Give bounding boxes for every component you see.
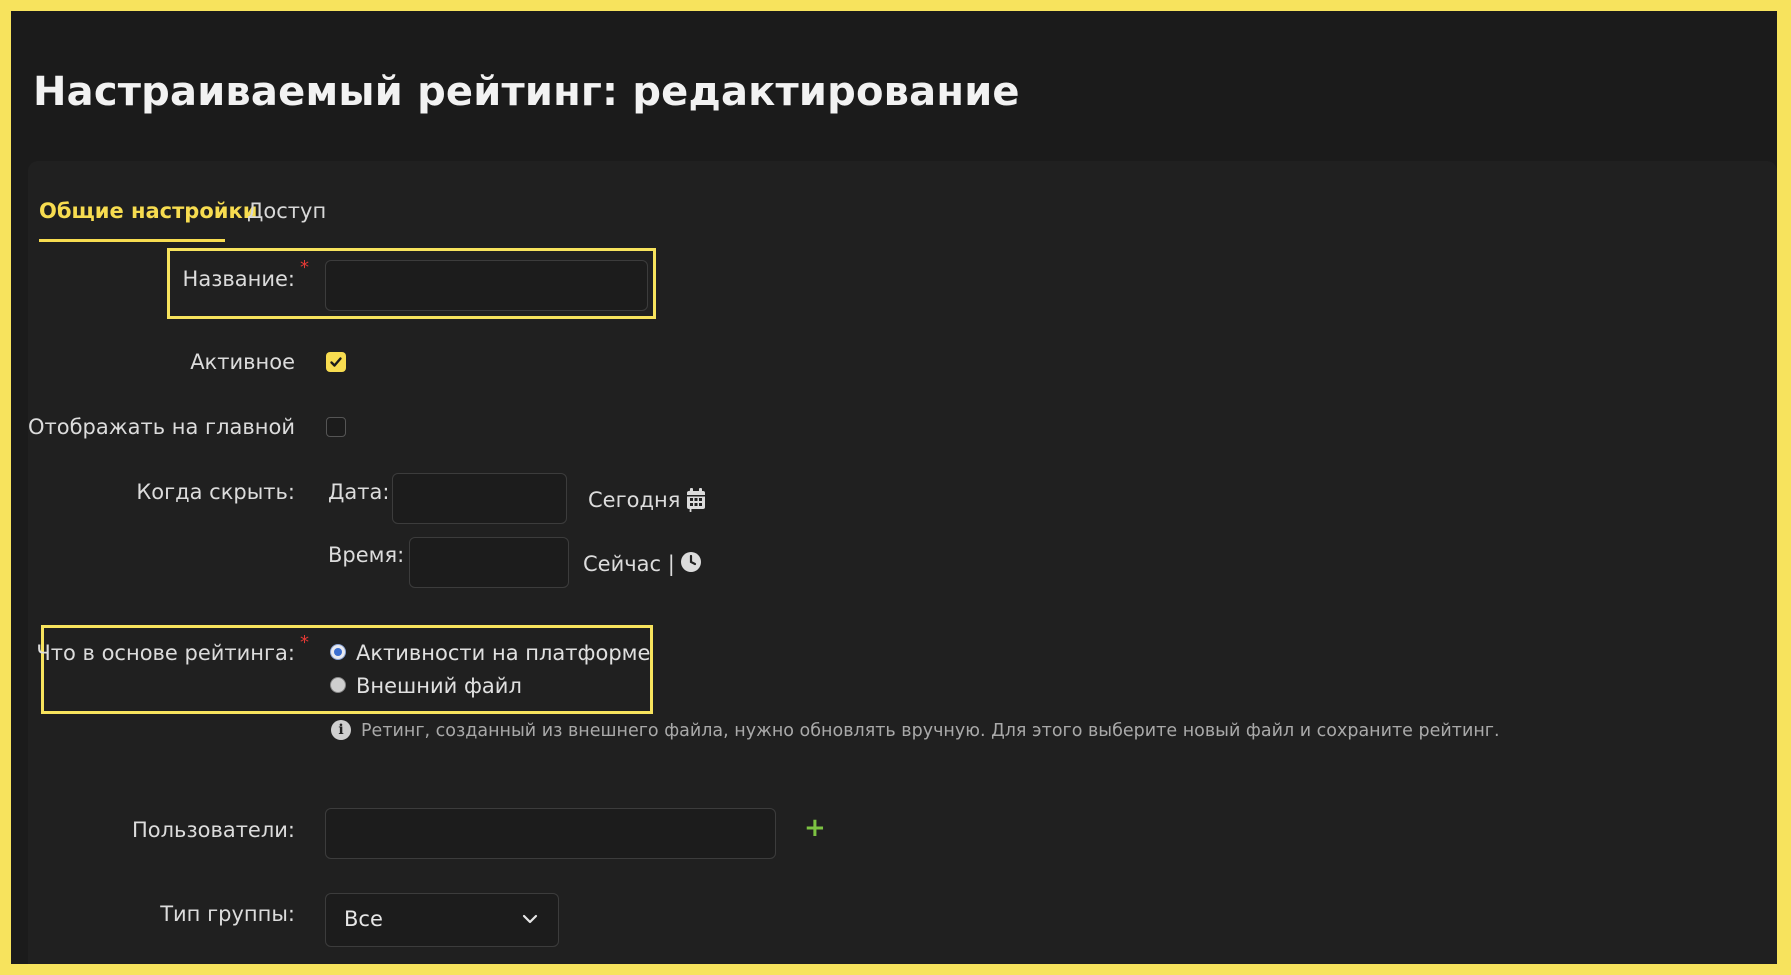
chevron-down-icon	[522, 914, 538, 924]
group-type-selected: Все	[344, 907, 383, 931]
rating-basis-highlight	[41, 625, 653, 714]
name-required-mark: *	[300, 257, 309, 278]
active-tab-indicator	[39, 239, 225, 242]
users-input[interactable]	[325, 808, 776, 859]
time-input[interactable]	[409, 537, 569, 588]
tab-general-settings[interactable]: Общие настройки	[39, 199, 257, 223]
rating-basis-required-mark: *	[300, 632, 309, 653]
clock-icon[interactable]	[680, 551, 702, 573]
name-label: Название:	[183, 267, 295, 291]
radio-external-file-label[interactable]: Внешний файл	[356, 674, 522, 698]
calendar-icon[interactable]	[686, 488, 706, 510]
today-link[interactable]: Сегодня |	[588, 488, 694, 512]
page-title: Настраиваемый рейтинг: редактирование	[33, 69, 1020, 115]
group-type-label: Тип группы:	[160, 902, 295, 926]
add-user-icon[interactable]: +	[804, 813, 826, 843]
radio-external-file[interactable]	[330, 677, 346, 693]
tab-access[interactable]: Доступ	[247, 199, 326, 223]
radio-platform-activity-label[interactable]: Активности на платформе	[356, 641, 650, 665]
info-icon: i	[331, 720, 351, 740]
name-label-text: Название:	[182, 267, 295, 291]
now-link[interactable]: Сейчас |	[583, 552, 675, 576]
now-link-text: Сейчас |	[583, 552, 675, 576]
active-label: Активное	[190, 350, 295, 374]
date-input[interactable]	[392, 473, 567, 524]
rating-basis-info-text: Ретинг, созданный из внешнего файла, нуж…	[361, 721, 1500, 741]
group-type-select[interactable]: Все	[325, 893, 559, 947]
date-label: Дата:	[328, 480, 390, 504]
name-input[interactable]	[325, 260, 648, 311]
app-frame: Настраиваемый рейтинг: редактирование Об…	[11, 11, 1777, 964]
active-checkbox[interactable]	[326, 352, 346, 372]
show-on-main-label: Отображать на главной	[27, 415, 295, 439]
check-icon	[330, 357, 342, 367]
hide-when-label: Когда скрыть:	[136, 480, 295, 504]
time-label: Время:	[328, 543, 405, 567]
today-link-text: Сегодня |	[588, 488, 695, 512]
radio-platform-activity[interactable]	[330, 644, 346, 660]
users-label: Пользователи:	[132, 818, 295, 842]
show-on-main-checkbox[interactable]	[326, 417, 346, 437]
rating-basis-label: Что в основе рейтинга:	[36, 641, 295, 665]
